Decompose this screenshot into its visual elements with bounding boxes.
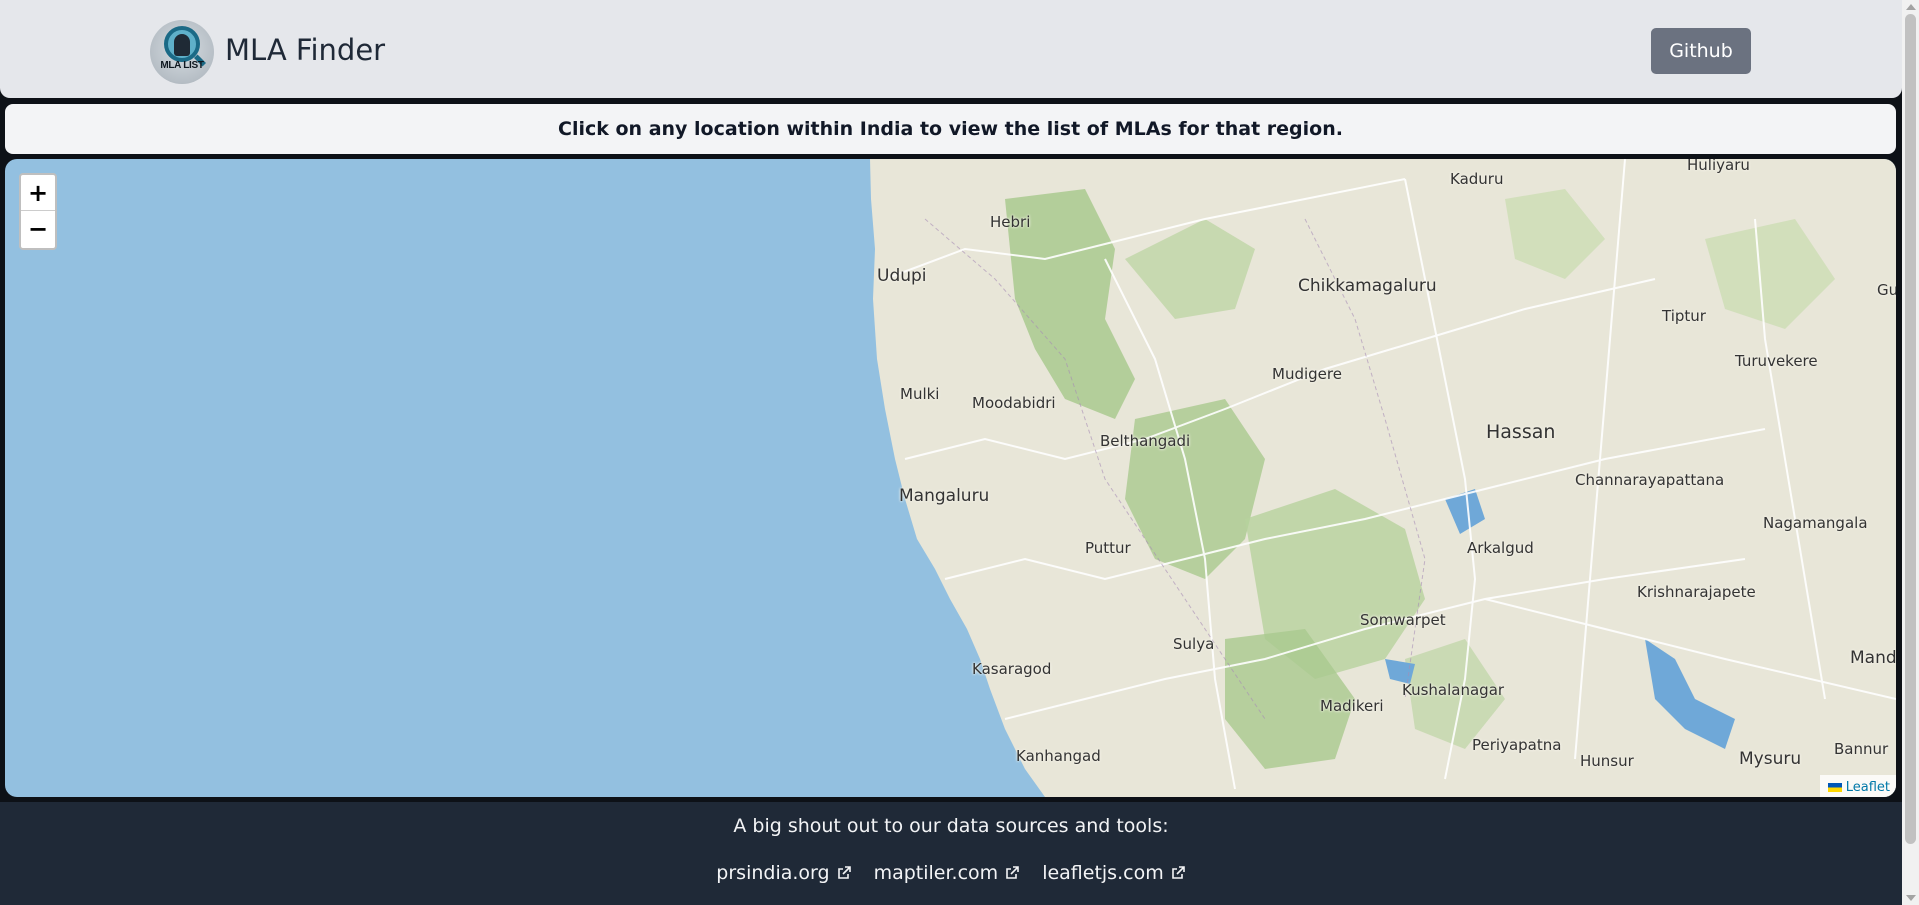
place-label: Mudigere [1272, 365, 1342, 383]
place-label: Belthangadi [1100, 432, 1191, 450]
external-link-icon [837, 866, 851, 879]
place-label: Udupi [877, 266, 927, 286]
place-label: Channarayapattana [1575, 471, 1725, 489]
external-link-icon [1006, 866, 1019, 879]
place-label: Kasaragod [972, 660, 1052, 678]
ukraine-flag-icon [1827, 782, 1842, 792]
place-label: Bannur [1834, 740, 1889, 758]
zoom-out-button[interactable]: − [21, 211, 55, 247]
zoom-control: + − [19, 173, 57, 250]
place-label: Kanhangad [1016, 747, 1101, 765]
place-label: Mysuru [1739, 749, 1802, 769]
navbar: MLA LIST MLA Finder Github [0, 0, 1902, 98]
place-label: Sulya [1173, 635, 1215, 653]
scrollbar-thumb[interactable] [1905, 14, 1916, 844]
instruction-banner: Click on any location within India to vi… [5, 104, 1896, 154]
place-label: Chikkamagaluru [1298, 276, 1437, 296]
place-label: Mulki [900, 385, 940, 403]
logo[interactable]: MLA LIST [150, 20, 214, 84]
app-title[interactable]: MLA Finder [225, 33, 385, 67]
page: MLA LIST MLA Finder Github Click on any … [0, 0, 1902, 905]
github-button[interactable]: Github [1651, 28, 1751, 74]
place-label: Periyapatna [1472, 736, 1562, 754]
footer-links: prsindia.org maptiler.com leafletjs.com [0, 862, 1902, 884]
place-label: Somwarpet [1360, 611, 1446, 629]
external-link-icon [1171, 866, 1185, 879]
place-label: Puttur [1085, 539, 1131, 557]
place-label: Mandy [1850, 648, 1896, 668]
footer: A big shout out to our data sources and … [0, 802, 1902, 905]
place-label: Hassan [1486, 421, 1556, 443]
place-label: Arkalgud [1467, 539, 1534, 557]
map[interactable]: + − Hebri Kaduru Huliyaru Udupi Chikkama… [5, 159, 1896, 797]
place-label: Hunsur [1580, 752, 1634, 770]
place-label: Mangaluru [899, 486, 990, 506]
leaflet-link[interactable]: Leaflet [1846, 780, 1890, 795]
footer-link-maptiler[interactable]: maptiler.com [874, 862, 1021, 884]
map-attribution: Leaflet [1819, 775, 1896, 797]
scroll-up-icon[interactable] [1906, 4, 1916, 10]
place-label: Nagamangala [1763, 514, 1868, 532]
place-label: Hebri [990, 213, 1031, 231]
vertical-scrollbar[interactable] [1902, 0, 1919, 905]
footer-link-leafletjs[interactable]: leafletjs.com [1042, 862, 1186, 884]
zoom-in-button[interactable]: + [21, 175, 55, 211]
person-icon [174, 34, 190, 56]
footer-title: A big shout out to our data sources and … [733, 815, 1169, 837]
place-label: Gu [1877, 281, 1896, 299]
place-label: Kaduru [1450, 170, 1504, 188]
place-label: Krishnarajapete [1637, 583, 1756, 601]
place-label: Huliyaru [1687, 159, 1750, 174]
place-label: Turuvekere [1735, 352, 1818, 370]
place-label: Kushalanagar [1402, 681, 1505, 699]
footer-link-prsindia[interactable]: prsindia.org [716, 862, 851, 884]
place-label: Tiptur [1662, 307, 1706, 325]
place-label: Moodabidri [972, 394, 1056, 412]
place-label: Madikeri [1320, 697, 1384, 715]
logo-text: MLA LIST [160, 60, 204, 71]
scroll-down-icon[interactable] [1906, 895, 1916, 901]
